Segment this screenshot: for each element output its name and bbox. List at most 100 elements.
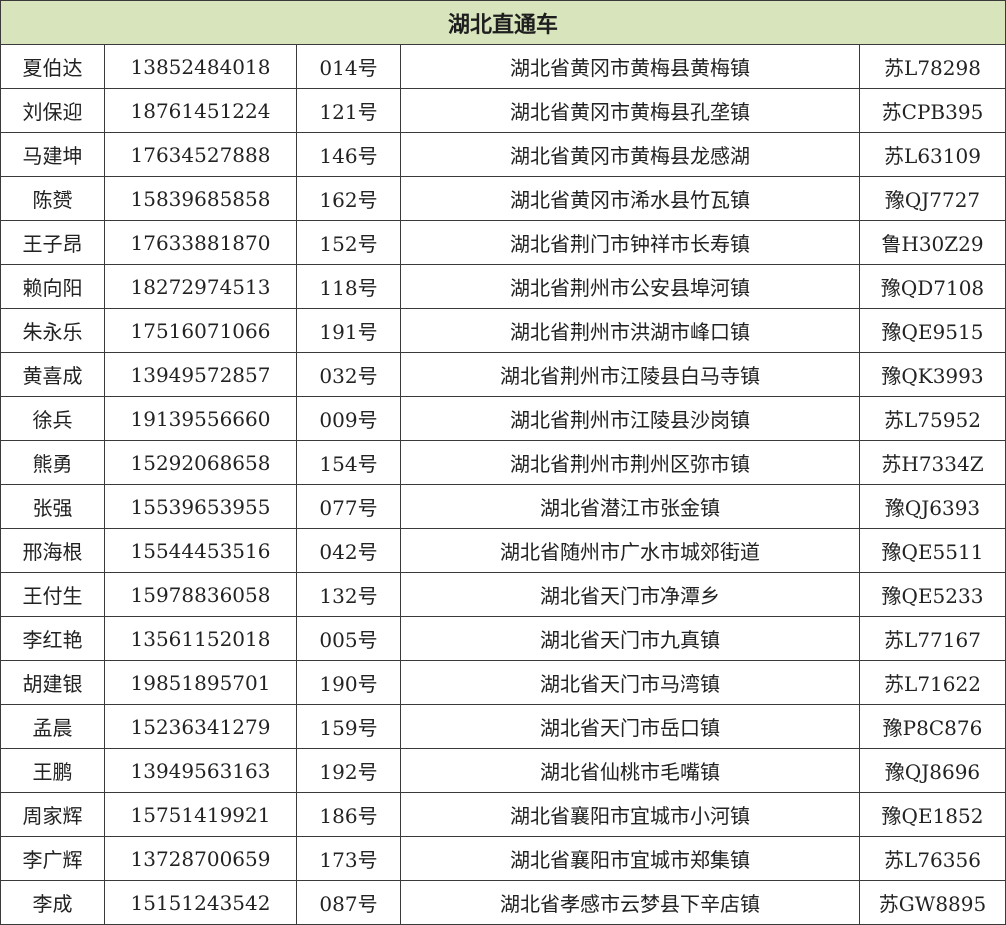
number-cell: 173号 <box>296 836 401 881</box>
name-cell: 刘保迎 <box>0 88 105 133</box>
name-cell: 夏伯达 <box>0 44 105 89</box>
address-cell: 湖北省孝感市云梦县下辛店镇 <box>400 880 860 925</box>
plate-cell: 鲁H30Z29 <box>859 220 1006 265</box>
table-row: 孟晨 15236341279 159号 湖北省天门市岳口镇 豫P8C876 <box>0 704 1006 749</box>
plate-cell: 苏L75952 <box>859 396 1006 441</box>
table-row: 徐兵 19139556660 009号 湖北省荆州市江陵县沙岗镇 苏L75952 <box>0 396 1006 441</box>
address-cell: 湖北省荆州市洪湖市峰口镇 <box>400 308 860 353</box>
address-cell: 湖北省襄阳市宜城市小河镇 <box>400 792 860 837</box>
roster-table: 湖北直通车 夏伯达 13852484018 014号 湖北省黄冈市黄梅县黄梅镇 苏L78… <box>0 0 1006 925</box>
address-cell: 湖北省荆门市钟祥市长寿镇 <box>400 220 860 265</box>
number-cell: 014号 <box>296 44 401 89</box>
number-cell: 009号 <box>296 396 401 441</box>
address-cell: 湖北省荆州市江陵县白马寺镇 <box>400 352 860 397</box>
phone-cell: 15292068658 <box>104 440 297 485</box>
address-cell: 湖北省天门市马湾镇 <box>400 660 860 705</box>
address-cell: 湖北省天门市岳口镇 <box>400 704 860 749</box>
address-cell: 湖北省黄冈市黄梅县孔垄镇 <box>400 88 860 133</box>
number-cell: 077号 <box>296 484 401 529</box>
name-cell: 李成 <box>0 880 105 925</box>
plate-cell: 苏L76356 <box>859 836 1006 881</box>
name-cell: 李广辉 <box>0 836 105 881</box>
table-row: 王付生 15978836058 132号 湖北省天门市净潭乡 豫QE5233 <box>0 572 1006 617</box>
plate-cell: 苏L63109 <box>859 132 1006 177</box>
plate-cell: 豫QJ8696 <box>859 748 1006 793</box>
table-row: 李成 15151243542 087号 湖北省孝感市云梦县下辛店镇 苏GW8895 <box>0 880 1006 925</box>
address-cell: 湖北省荆州市荆州区弥市镇 <box>400 440 860 485</box>
name-cell: 张强 <box>0 484 105 529</box>
plate-cell: 苏L78298 <box>859 44 1006 89</box>
address-cell: 湖北省潜江市张金镇 <box>400 484 860 529</box>
address-cell: 湖北省仙桃市毛嘴镇 <box>400 748 860 793</box>
phone-cell: 18761451224 <box>104 88 297 133</box>
plate-cell: 豫P8C876 <box>859 704 1006 749</box>
plate-cell: 苏CPB395 <box>859 88 1006 133</box>
number-cell: 191号 <box>296 308 401 353</box>
name-cell: 赖向阳 <box>0 264 105 309</box>
number-cell: 190号 <box>296 660 401 705</box>
phone-cell: 15539653955 <box>104 484 297 529</box>
table-body: 湖北直通车 夏伯达 13852484018 014号 湖北省黄冈市黄梅县黄梅镇 苏L78… <box>0 0 1006 925</box>
title-row: 湖北直通车 <box>0 0 1006 45</box>
phone-cell: 13949572857 <box>104 352 297 397</box>
plate-cell: 苏H7334Z <box>859 440 1006 485</box>
address-cell: 湖北省黄冈市浠水县竹瓦镇 <box>400 176 860 221</box>
number-cell: 087号 <box>296 880 401 925</box>
plate-cell: 豫QE1852 <box>859 792 1006 837</box>
phone-cell: 19851895701 <box>104 660 297 705</box>
phone-cell: 15751419921 <box>104 792 297 837</box>
plate-cell: 苏L71622 <box>859 660 1006 705</box>
phone-cell: 19139556660 <box>104 396 297 441</box>
table-row: 陈赟 15839685858 162号 湖北省黄冈市浠水县竹瓦镇 豫QJ7727 <box>0 176 1006 221</box>
number-cell: 186号 <box>296 792 401 837</box>
number-cell: 132号 <box>296 572 401 617</box>
sheet-title: 湖北直通车 <box>0 0 1006 45</box>
address-cell: 湖北省随州市广水市城郊街道 <box>400 528 860 573</box>
table-row: 王子昂 17633881870 152号 湖北省荆门市钟祥市长寿镇 鲁H30Z29 <box>0 220 1006 265</box>
phone-cell: 17516071066 <box>104 308 297 353</box>
table-row: 周家辉 15751419921 186号 湖北省襄阳市宜城市小河镇 豫QE1852 <box>0 792 1006 837</box>
name-cell: 王子昂 <box>0 220 105 265</box>
phone-cell: 15236341279 <box>104 704 297 749</box>
table-row: 王鹏 13949563163 192号 湖北省仙桃市毛嘴镇 豫QJ8696 <box>0 748 1006 793</box>
phone-cell: 15151243542 <box>104 880 297 925</box>
table-row: 刘保迎 18761451224 121号 湖北省黄冈市黄梅县孔垄镇 苏CPB395 <box>0 88 1006 133</box>
number-cell: 162号 <box>296 176 401 221</box>
table-row: 李广辉 13728700659 173号 湖北省襄阳市宜城市郑集镇 苏L76356 <box>0 836 1006 881</box>
number-cell: 192号 <box>296 748 401 793</box>
plate-cell: 苏L77167 <box>859 616 1006 661</box>
number-cell: 118号 <box>296 264 401 309</box>
name-cell: 王鹏 <box>0 748 105 793</box>
plate-cell: 苏GW8895 <box>859 880 1006 925</box>
table-row: 黄喜成 13949572857 032号 湖北省荆州市江陵县白马寺镇 豫QK3993 <box>0 352 1006 397</box>
name-cell: 黄喜成 <box>0 352 105 397</box>
table-row: 胡建银 19851895701 190号 湖北省天门市马湾镇 苏L71622 <box>0 660 1006 705</box>
address-cell: 湖北省荆州市江陵县沙岗镇 <box>400 396 860 441</box>
table-row: 张强 15539653955 077号 湖北省潜江市张金镇 豫QJ6393 <box>0 484 1006 529</box>
address-cell: 湖北省黄冈市黄梅县龙感湖 <box>400 132 860 177</box>
name-cell: 马建坤 <box>0 132 105 177</box>
number-cell: 154号 <box>296 440 401 485</box>
plate-cell: 豫QE9515 <box>859 308 1006 353</box>
name-cell: 陈赟 <box>0 176 105 221</box>
name-cell: 周家辉 <box>0 792 105 837</box>
number-cell: 152号 <box>296 220 401 265</box>
table-row: 李红艳 13561152018 005号 湖北省天门市九真镇 苏L77167 <box>0 616 1006 661</box>
name-cell: 熊勇 <box>0 440 105 485</box>
table-row: 夏伯达 13852484018 014号 湖北省黄冈市黄梅县黄梅镇 苏L78298 <box>0 44 1006 89</box>
address-cell: 湖北省荆州市公安县埠河镇 <box>400 264 860 309</box>
number-cell: 042号 <box>296 528 401 573</box>
address-cell: 湖北省天门市净潭乡 <box>400 572 860 617</box>
plate-cell: 豫QE5233 <box>859 572 1006 617</box>
phone-cell: 17633881870 <box>104 220 297 265</box>
number-cell: 121号 <box>296 88 401 133</box>
phone-cell: 13728700659 <box>104 836 297 881</box>
phone-cell: 15839685858 <box>104 176 297 221</box>
table-row: 邢海根 15544453516 042号 湖北省随州市广水市城郊街道 豫QE5511 <box>0 528 1006 573</box>
number-cell: 005号 <box>296 616 401 661</box>
plate-cell: 豫QD7108 <box>859 264 1006 309</box>
plate-cell: 豫QJ6393 <box>859 484 1006 529</box>
address-cell: 湖北省天门市九真镇 <box>400 616 860 661</box>
name-cell: 王付生 <box>0 572 105 617</box>
plate-cell: 豫QE5511 <box>859 528 1006 573</box>
